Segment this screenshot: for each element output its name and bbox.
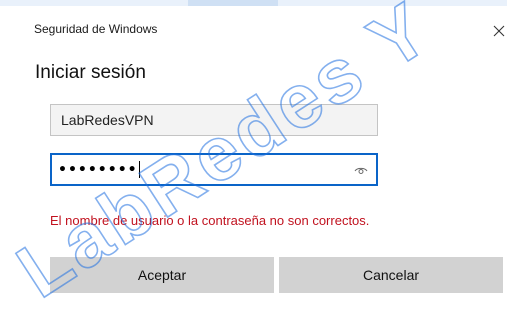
page-title: Iniciar sesión [35, 62, 146, 83]
password-field[interactable]: •••••••• [50, 153, 378, 186]
close-button[interactable] [485, 18, 507, 44]
cancel-button[interactable]: Cancelar [279, 257, 503, 293]
error-message: El nombre de usuario o la contraseña no … [50, 213, 370, 228]
sign-in-dialog: Seguridad de Windows Iniciar sesión LabR… [15, 6, 505, 309]
eye-icon[interactable] [354, 163, 368, 175]
username-value: LabRedesVPN [61, 112, 154, 128]
close-icon [493, 25, 505, 37]
text-caret [138, 161, 140, 178]
password-mask: •••••••• [58, 161, 138, 178]
accept-button[interactable]: Aceptar [50, 257, 274, 293]
window-caption: Seguridad de Windows [34, 22, 158, 36]
username-field[interactable]: LabRedesVPN [50, 104, 378, 136]
